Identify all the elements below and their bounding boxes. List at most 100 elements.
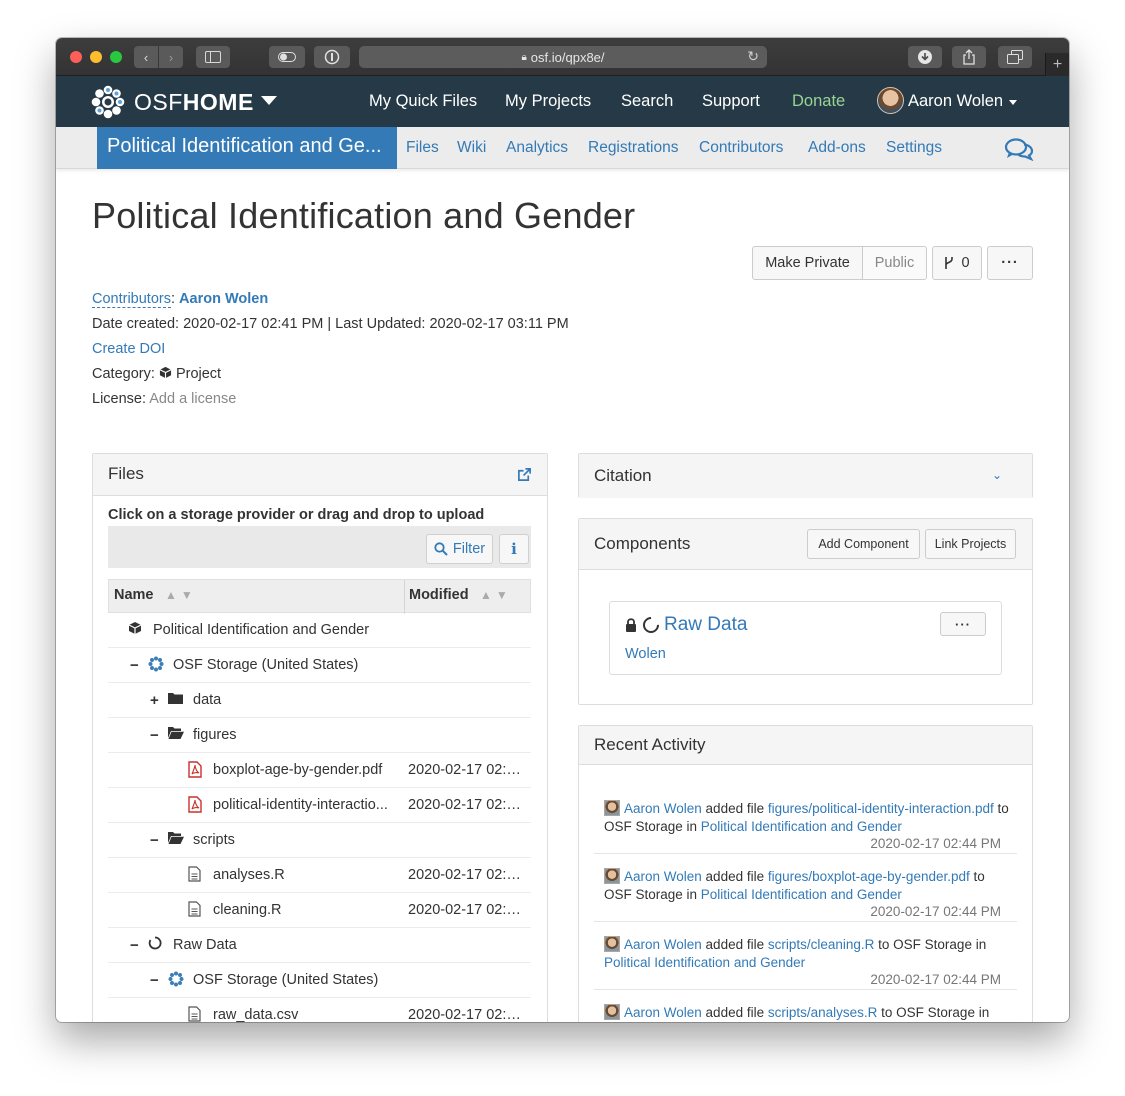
activity-user-link[interactable]: Aaron Wolen [624, 869, 702, 884]
tab-registrations[interactable]: Registrations [588, 139, 678, 157]
activity-file-link[interactable]: figures/boxplot-age-by-gender.pdf [768, 869, 970, 884]
file-tree-row[interactable]: raw_data.csv 2020-02-17 02:4... [108, 998, 531, 1022]
file-name[interactable]: boxplot-age-by-gender.pdf [213, 762, 393, 778]
close-window-button[interactable] [70, 51, 82, 63]
file-tree-row[interactable]: analyses.R 2020-02-17 02:4... [108, 858, 531, 893]
tab-overview-icon[interactable] [998, 46, 1032, 68]
file-tree-row[interactable]: − scripts [108, 823, 531, 858]
share-icon[interactable] [952, 46, 986, 68]
sort-modified-icon[interactable]: ▲▼ [480, 588, 512, 602]
component-title-link[interactable]: Raw Data [664, 614, 747, 636]
activity-user-link[interactable]: Aaron Wolen [624, 1005, 702, 1020]
tab-settings[interactable]: Settings [886, 139, 942, 157]
collapse-icon[interactable]: − [130, 937, 142, 954]
public-button[interactable]: Public [863, 246, 927, 280]
file-name[interactable]: analyses.R [213, 867, 393, 883]
file-name[interactable]: data [193, 692, 393, 708]
file-name[interactable]: OSF Storage (United States) [193, 972, 393, 988]
collapse-icon[interactable]: − [150, 832, 162, 849]
file-tree-row[interactable]: − OSF Storage (United States) [108, 648, 531, 683]
create-doi-link[interactable]: Create DOI [92, 341, 165, 357]
osf-logo-icon[interactable] [91, 85, 125, 119]
project-title-tab[interactable]: Political Identification and Ge... [97, 127, 397, 169]
project-options-button[interactable]: ··· [987, 246, 1033, 280]
zoom-window-button[interactable] [110, 51, 122, 63]
component-options-button[interactable]: ··· [940, 612, 986, 636]
address-bar[interactable]: 🔒︎ osf.io/qpx8e/ ↻ [359, 46, 767, 68]
column-modified[interactable]: Modified [409, 587, 469, 603]
back-icon[interactable]: ‹ [134, 46, 158, 68]
collapse-icon[interactable]: − [130, 657, 142, 674]
tab-add-ons[interactable]: Add-ons [808, 139, 866, 157]
minimize-window-button[interactable] [90, 51, 102, 63]
nav-my-quick-files[interactable]: My Quick Files [369, 92, 477, 111]
forward-icon[interactable]: › [159, 46, 183, 68]
collapse-icon[interactable]: − [150, 972, 162, 989]
fork-button[interactable]: 0 [932, 246, 982, 280]
collapse-icon[interactable]: − [150, 727, 162, 744]
contributor-link[interactable]: Aaron Wolen [179, 291, 268, 307]
file-tree-row[interactable]: − Raw Data [108, 928, 531, 963]
activity-user-link[interactable]: Aaron Wolen [624, 801, 702, 816]
activity-project-link[interactable]: Political Identification and Gender [701, 819, 902, 834]
file-tree-row[interactable]: + data [108, 683, 531, 718]
file-tree-row[interactable]: − OSF Storage (United States) [108, 963, 531, 998]
external-link-icon[interactable] [517, 467, 532, 482]
osf-home-link[interactable]: OSFHOME [134, 89, 254, 116]
extension-toggle-icon[interactable] [269, 46, 305, 68]
add-component-button[interactable]: Add Component [807, 529, 920, 559]
nav-donate[interactable]: Donate [792, 92, 845, 111]
comments-icon[interactable] [1004, 137, 1034, 161]
file-name[interactable]: scripts [193, 832, 393, 848]
filter-button[interactable]: Filter [426, 534, 493, 564]
tab-wiki[interactable]: Wiki [457, 139, 486, 157]
sidebar-toggle-icon[interactable] [196, 46, 230, 68]
activity-project-link[interactable]: Political Identification and Gender [604, 955, 805, 970]
user-caret-icon[interactable] [1009, 100, 1017, 105]
activity-file-link[interactable]: scripts/cleaning.R [768, 937, 875, 952]
column-name[interactable]: Name [114, 587, 154, 603]
file-name[interactable]: figures [193, 727, 393, 743]
file-tree-row[interactable]: boxplot-age-by-gender.pdf 2020-02-17 02:4… [108, 753, 531, 788]
file-tree-row[interactable]: political-identity-interactio... 2020-02-… [108, 788, 531, 823]
nav-my-projects[interactable]: My Projects [505, 92, 591, 111]
caret-down-icon[interactable] [261, 96, 277, 105]
file-tree-row[interactable]: cleaning.R 2020-02-17 02:4... [108, 893, 531, 928]
downloads-icon[interactable] [908, 46, 942, 68]
contributors-label[interactable]: Contributors [92, 291, 171, 308]
osf-storage-icon [148, 656, 164, 672]
user-avatar[interactable] [877, 87, 904, 114]
add-license-link[interactable]: Add a license [149, 391, 236, 407]
citation-panel-header[interactable]: Citation ⌄ [579, 454, 1032, 498]
citation-panel[interactable]: Citation ⌄ [578, 453, 1033, 498]
expand-icon[interactable]: + [150, 692, 162, 709]
activity-file-link[interactable]: scripts/analyses.R [768, 1005, 878, 1020]
file-name[interactable]: political-identity-interactio... [213, 797, 393, 813]
file-name[interactable]: raw_data.csv [213, 1007, 393, 1022]
info-button[interactable]: i [499, 534, 529, 564]
file-table-header: Name ▲▼ Modified ▲▼ [108, 579, 531, 614]
nav-support[interactable]: Support [702, 92, 760, 111]
user-menu[interactable]: Aaron Wolen [908, 92, 1003, 111]
file-name[interactable]: cleaning.R [213, 902, 393, 918]
make-private-button[interactable]: Make Private [752, 246, 863, 280]
file-name[interactable]: Raw Data [173, 937, 393, 953]
activity-file-link[interactable]: figures/political-identity-interaction.p… [768, 801, 994, 816]
link-projects-button[interactable]: Link Projects [925, 529, 1016, 559]
tab-analytics[interactable]: Analytics [506, 139, 568, 157]
reload-icon[interactable]: ↻ [747, 48, 759, 65]
new-tab-icon[interactable]: + [1045, 53, 1069, 76]
component-owner-link[interactable]: Wolen [625, 646, 666, 662]
file-tree-row[interactable]: − figures [108, 718, 531, 753]
activity-project-link[interactable]: Political Identification and Gender [701, 887, 902, 902]
sort-name-icon[interactable]: ▲▼ [165, 588, 197, 602]
tab-contributors[interactable]: Contributors [699, 139, 783, 157]
nav-search[interactable]: Search [621, 92, 673, 111]
password-manager-icon[interactable] [314, 46, 350, 68]
activity-user-link[interactable]: Aaron Wolen [624, 937, 702, 952]
file-name[interactable]: OSF Storage (United States) [173, 657, 393, 673]
file-name[interactable]: Political Identification and Gender [153, 622, 393, 638]
tab-files[interactable]: Files [406, 139, 439, 157]
chevron-down-icon[interactable]: ⌄ [992, 468, 1002, 482]
file-tree-row[interactable]: Political Identification and Gender [108, 613, 531, 648]
